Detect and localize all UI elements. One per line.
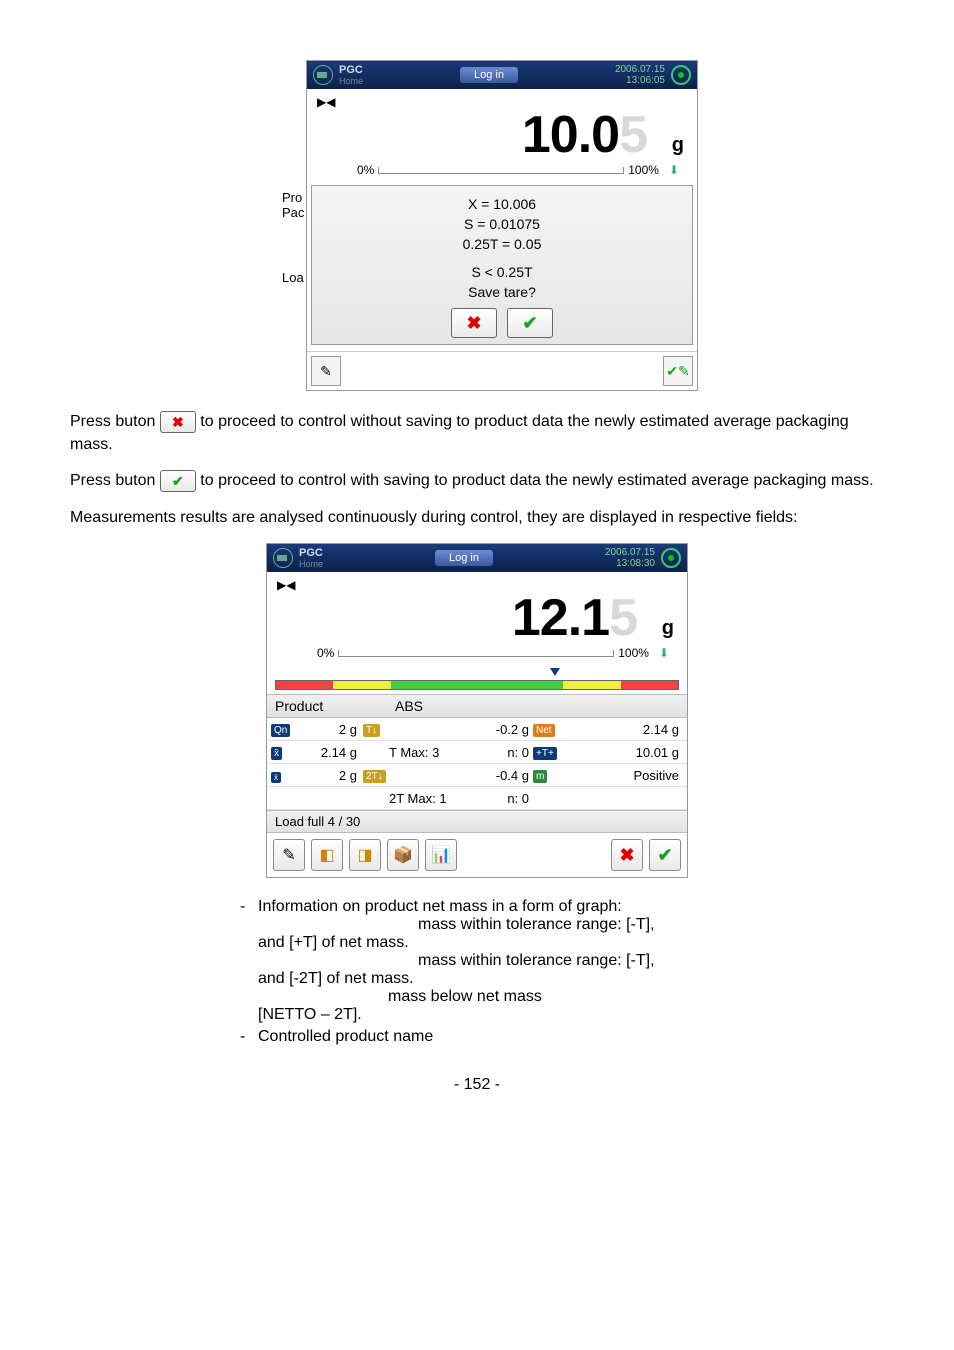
page-number: - 152 - (70, 1076, 884, 1094)
2t-icon: 2T↓ (363, 770, 386, 783)
table-row: x̄ 2 g 2T↓ -0.4 g m Positive (267, 764, 687, 787)
chart-icon[interactable]: 📊 (425, 839, 457, 871)
titlebar-2: PGC Home Log in 2006.07.15 13:08:30 (267, 544, 687, 572)
product-row: Product ABS (267, 694, 687, 718)
paragraph-cancel: Press buton ✖ to proceed to control with… (70, 411, 884, 456)
tool-icon[interactable]: ✎ (311, 356, 341, 386)
inline-cancel-icon: ✖ (160, 411, 196, 433)
x-icon: ✖ (619, 845, 634, 866)
x-icon: ✖ (466, 313, 481, 334)
list-item: Information on product net mass in a for… (240, 898, 884, 1024)
confirm-button[interactable]: ✔ (507, 308, 553, 338)
app-subtitle: Home (339, 76, 363, 86)
datetime: 2006.07.15 13:08:30 (605, 547, 655, 569)
toolbar: ✎ ✔✎ (307, 351, 697, 390)
table-row: Qn 2 g T↓ -0.2 g Net 2.14 g (267, 718, 687, 741)
table-row: x̄ 2.14 g T Max: 3 n: 0 +T+ 10.01 g (267, 741, 687, 764)
dialog-x: X = 10.006 (320, 194, 684, 214)
tools-icon[interactable]: ✎ (273, 839, 305, 871)
dialog-t: 0.25T = 0.05 (320, 234, 684, 254)
app-subtitle: Home (299, 559, 323, 569)
device-screenshot-1: PGC Home Log in 2006.07.15 13:06:05 ▶◀ 1… (306, 60, 698, 391)
down-arrow-icon: ⬇ (669, 163, 679, 177)
login-button[interactable]: Log in (435, 550, 493, 566)
paragraph-confirm: Press buton ✔ to proceed to control with… (70, 470, 884, 493)
device-screenshot-2: PGC Home Log in 2006.07.15 13:08:30 ▶◀ 1… (266, 543, 688, 878)
cancel-button[interactable]: ✖ (451, 308, 497, 338)
dialog-cond: S < 0.25T (320, 262, 684, 282)
record-icon[interactable] (671, 65, 691, 85)
product-icon-2[interactable]: ◨ (349, 839, 381, 871)
data-grid: Qn 2 g T↓ -0.2 g Net 2.14 g x̄ 2.14 g T … (267, 718, 687, 810)
toolbar-2: ✎ ◧ ◨ 📦 📊 ✖ ✔ (267, 833, 687, 877)
product-icon-1[interactable]: ◧ (311, 839, 343, 871)
home-icon[interactable] (313, 65, 333, 85)
dialog-question: Save tare? (320, 282, 684, 302)
xlim-badge: x̄ (271, 772, 281, 783)
inline-confirm-icon: ✔ (160, 470, 196, 492)
dialog-s: S = 0.01075 (320, 214, 684, 234)
product-value: ABS (395, 698, 423, 714)
save-tare-dialog: X = 10.006 S = 0.01075 0.25T = 0.05 S < … (311, 185, 693, 345)
tolerance-bar (267, 668, 687, 690)
info-list: Information on product net mass in a for… (70, 898, 884, 1046)
m-badge: m (533, 770, 547, 783)
app-title: PGC (339, 64, 363, 76)
package-icon[interactable]: 📦 (387, 839, 419, 871)
home-icon[interactable] (273, 548, 293, 568)
cancel-button-2[interactable]: ✖ (611, 839, 643, 871)
list-item: Controlled product name (240, 1028, 884, 1046)
down-arrow-icon: ⬇ (659, 646, 669, 660)
load-status: Load full 4 / 30 (267, 810, 687, 833)
check-icon: ✔ (657, 845, 672, 866)
qn-badge: Qn (271, 724, 290, 737)
xbar-badge: x̄ (271, 747, 282, 760)
confirm-button-2[interactable]: ✔ (649, 839, 681, 871)
login-button[interactable]: Log in (460, 67, 518, 83)
paragraph-measurements: Measurements results are analysed contin… (70, 507, 884, 529)
app-title: PGC (299, 547, 323, 559)
range-bar-2: 0% 100% ⬇ (277, 644, 677, 666)
t-icon: T↓ (363, 724, 380, 737)
check-icon: ✔ (522, 313, 537, 334)
range-bar: 0% 100% ⬇ (317, 161, 687, 183)
net-badge: Net (533, 724, 555, 737)
weight-display: 10.05 g (317, 109, 687, 161)
table-row: 2T Max: 1 n: 0 (267, 787, 687, 810)
edit-icon[interactable]: ✔✎ (663, 356, 693, 386)
weight-display-2: 12.15 g (277, 592, 677, 644)
record-icon[interactable] (661, 548, 681, 568)
t-plus-badge: +T+ (533, 747, 557, 760)
